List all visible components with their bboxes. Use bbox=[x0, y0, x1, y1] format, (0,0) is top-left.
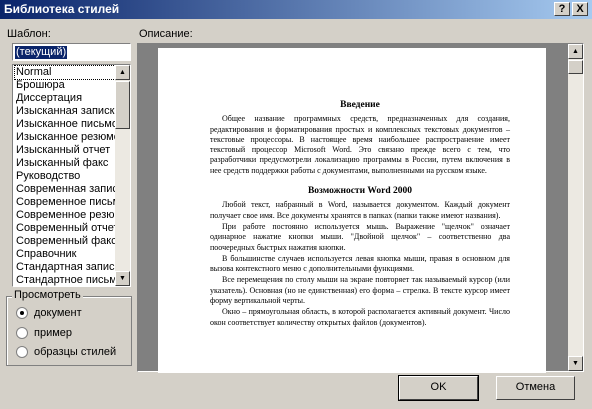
template-label: Шаблон: bbox=[7, 28, 51, 40]
doc-paragraph: Окно – прямоугольная область, в которой … bbox=[210, 307, 510, 327]
ok-button[interactable]: OK bbox=[398, 375, 479, 401]
cancel-button[interactable]: Отмена bbox=[496, 376, 575, 400]
radio-example[interactable]: пример bbox=[16, 327, 72, 339]
template-list-item[interactable]: Изысканный отчет bbox=[15, 144, 115, 157]
template-list-item[interactable]: Руководство bbox=[15, 170, 115, 183]
template-name-value: (текущий) bbox=[15, 46, 68, 59]
radio-document[interactable]: документ bbox=[16, 307, 82, 319]
scroll-up-button[interactable]: ▲ bbox=[115, 65, 130, 80]
preview-scroll-down-button[interactable]: ▼ bbox=[568, 356, 583, 371]
template-list-item[interactable]: Диссертация bbox=[15, 92, 115, 105]
doc-heading-intro: Введение bbox=[340, 100, 380, 110]
template-name-input[interactable]: (текущий) bbox=[12, 43, 131, 61]
template-list[interactable]: Normal Брошюра Диссертация Изысканная запис… bbox=[12, 64, 131, 287]
radio-document-label: документ bbox=[34, 307, 82, 319]
doc-paragraph: Все перемещения по столу мыши на экране … bbox=[210, 275, 510, 306]
template-list-item[interactable]: Изысканное резюме bbox=[15, 131, 115, 144]
title-bar: Библиотека стилей ? X bbox=[0, 0, 592, 19]
template-list-item[interactable]: Стандартное письмо bbox=[15, 274, 115, 286]
preview-scroll-up-button[interactable]: ▲ bbox=[568, 44, 583, 59]
preview-scrollbar[interactable]: ▲ ▼ bbox=[568, 44, 583, 371]
close-button[interactable]: X bbox=[572, 2, 588, 16]
template-list-item[interactable]: Изысканная записка bbox=[15, 105, 115, 118]
doc-paragraph: Любой текст, набранный в Word, называетс… bbox=[210, 200, 510, 220]
radio-style-samples[interactable]: образцы стилей bbox=[16, 346, 116, 358]
template-list-item[interactable]: Современный отчет bbox=[15, 222, 115, 235]
template-list-scrollbar[interactable]: ▲ ▼ bbox=[115, 65, 130, 286]
preview-scroll-thumb[interactable] bbox=[568, 60, 583, 74]
help-button[interactable]: ? bbox=[554, 2, 570, 16]
scroll-down-button[interactable]: ▼ bbox=[115, 271, 130, 286]
template-list-item[interactable]: Изысканное письмо bbox=[15, 118, 115, 131]
preview-mode-label: Просмотреть bbox=[12, 289, 83, 301]
doc-paragraph: В большинстве случаев используется левая… bbox=[210, 253, 510, 274]
template-list-item[interactable]: Брошюра bbox=[15, 79, 115, 92]
window-title: Библиотека стилей bbox=[4, 2, 120, 16]
template-list-item[interactable]: Современное резюме bbox=[15, 209, 115, 222]
description-label: Описание: bbox=[139, 28, 193, 40]
template-list-item[interactable]: Normal bbox=[14, 65, 116, 80]
doc-paragraph: Общее название программных средств, пред… bbox=[210, 114, 510, 175]
template-list-item[interactable]: Стандартная записка bbox=[15, 261, 115, 274]
doc-paragraph: При работе постоянно используется мышь. … bbox=[210, 221, 510, 252]
template-list-item[interactable]: Современный факс bbox=[15, 235, 115, 248]
preview-document: Введение Общее название программных сред… bbox=[210, 100, 510, 329]
template-list-item[interactable]: Современная записка bbox=[15, 183, 115, 196]
radio-style-samples-indicator[interactable] bbox=[16, 346, 28, 358]
template-list-item[interactable]: Современное письмо bbox=[15, 196, 115, 209]
description-preview: Введение Общее название программных сред… bbox=[137, 43, 584, 373]
preview-page: Введение Общее название программных сред… bbox=[158, 48, 546, 373]
template-list-item[interactable]: Изысканный факс bbox=[15, 157, 115, 170]
scroll-thumb[interactable] bbox=[115, 81, 130, 129]
radio-document-indicator[interactable] bbox=[16, 307, 28, 319]
template-list-item[interactable]: Справочник bbox=[15, 248, 115, 261]
preview-mode-group: Просмотреть документ пример образцы стил… bbox=[6, 289, 132, 366]
radio-style-samples-label: образцы стилей bbox=[34, 346, 117, 358]
radio-example-indicator[interactable] bbox=[16, 327, 28, 339]
radio-example-label: пример bbox=[34, 327, 73, 339]
doc-heading-features: Возможности Word 2000 bbox=[307, 186, 413, 197]
